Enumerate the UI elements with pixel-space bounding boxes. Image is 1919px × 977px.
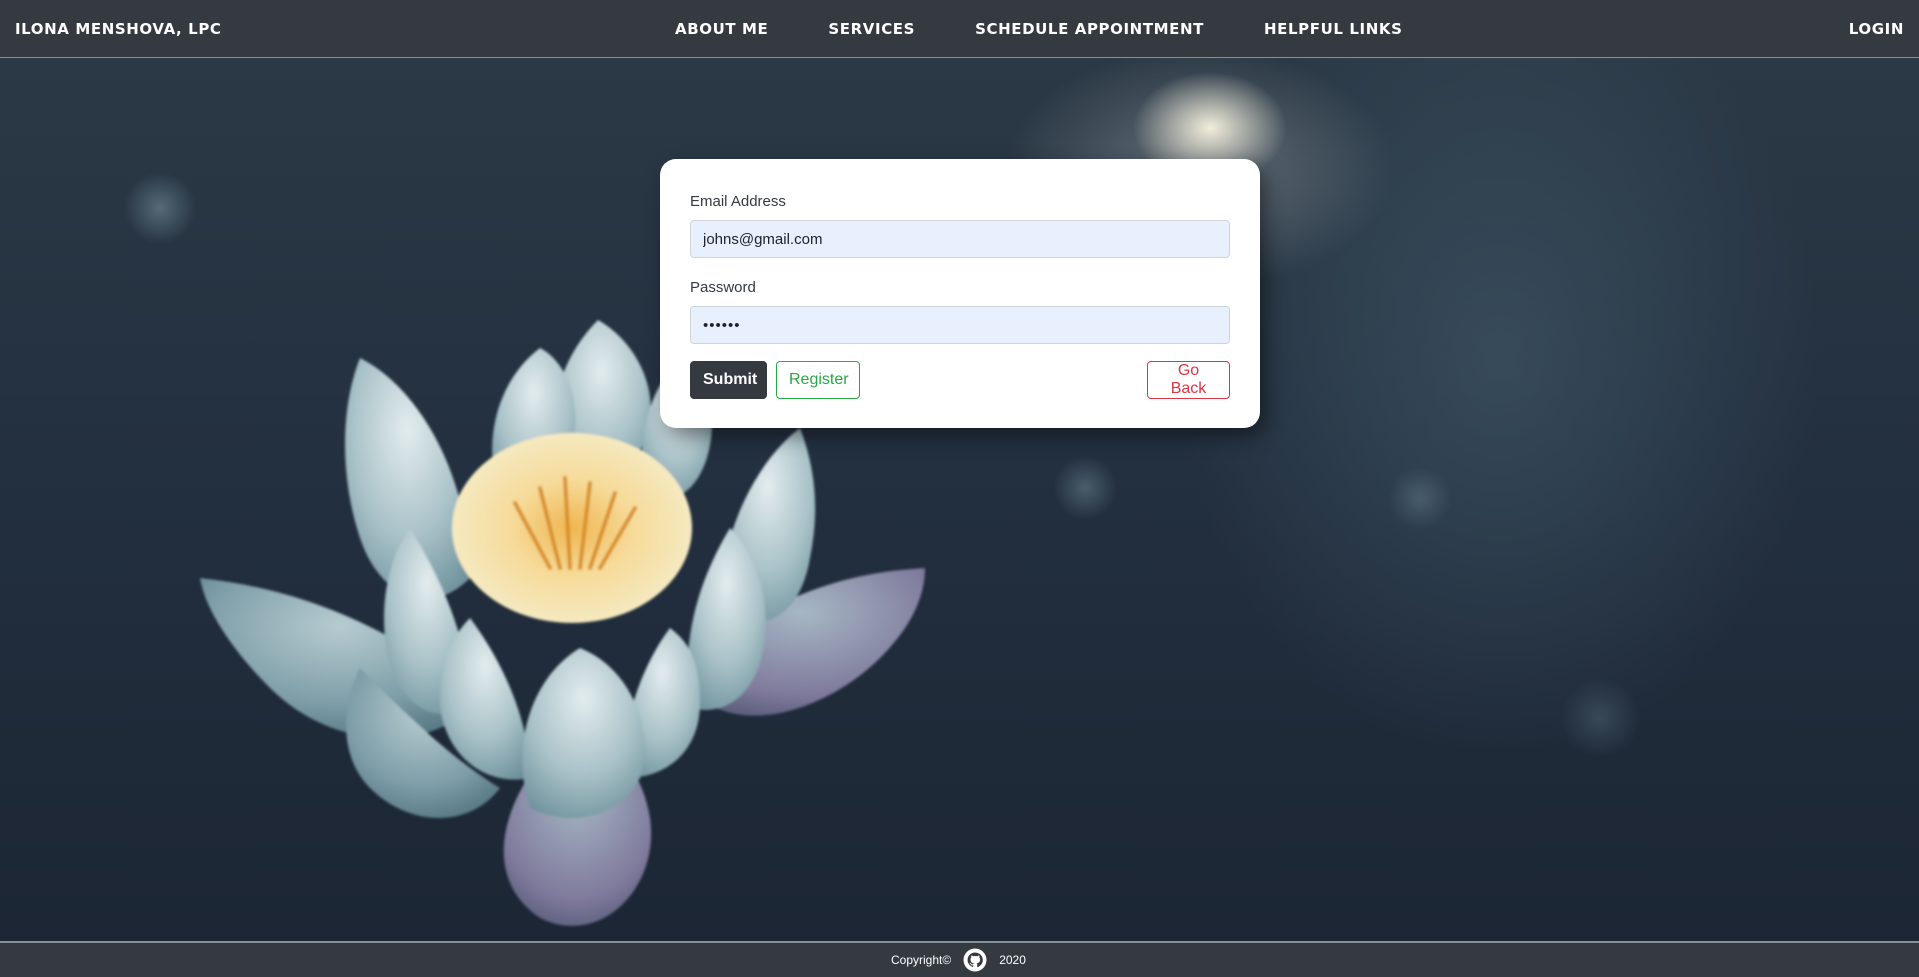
footer-content: Copyright© 2020: [891, 948, 1026, 972]
copyright-text: Copyright©: [891, 953, 952, 967]
nav-link-services[interactable]: SERVICES: [828, 20, 915, 38]
nav-links: ABOUT ME SERVICES SCHEDULE APPOINTMENT H…: [675, 20, 1463, 38]
go-back-button[interactable]: Go Back: [1147, 361, 1230, 399]
footer: Copyright© 2020: [0, 941, 1919, 977]
email-input[interactable]: [690, 220, 1230, 258]
nav-link-about-me[interactable]: ABOUT ME: [675, 20, 768, 38]
register-button[interactable]: Register: [776, 361, 860, 399]
page: ILONA MENSHOVA, LPC ABOUT ME SERVICES SC…: [0, 0, 1919, 977]
password-label: Password: [690, 279, 756, 296]
github-icon[interactable]: [963, 948, 987, 972]
login-card: Email Address Password Submit Register G…: [660, 159, 1260, 428]
navbar: ILONA MENSHOVA, LPC ABOUT ME SERVICES SC…: [0, 0, 1919, 58]
nav-link-helpful-links[interactable]: HELPFUL LINKS: [1264, 20, 1402, 38]
nav-link-schedule-appointment[interactable]: SCHEDULE APPOINTMENT: [975, 20, 1204, 38]
nav-link-login[interactable]: LOGIN: [1849, 20, 1904, 38]
password-input[interactable]: [690, 306, 1230, 344]
copyright-year: 2020: [999, 953, 1026, 967]
email-label: Email Address: [690, 193, 786, 210]
brand-link[interactable]: ILONA MENSHOVA, LPC: [15, 20, 222, 38]
submit-button[interactable]: Submit: [690, 361, 767, 399]
